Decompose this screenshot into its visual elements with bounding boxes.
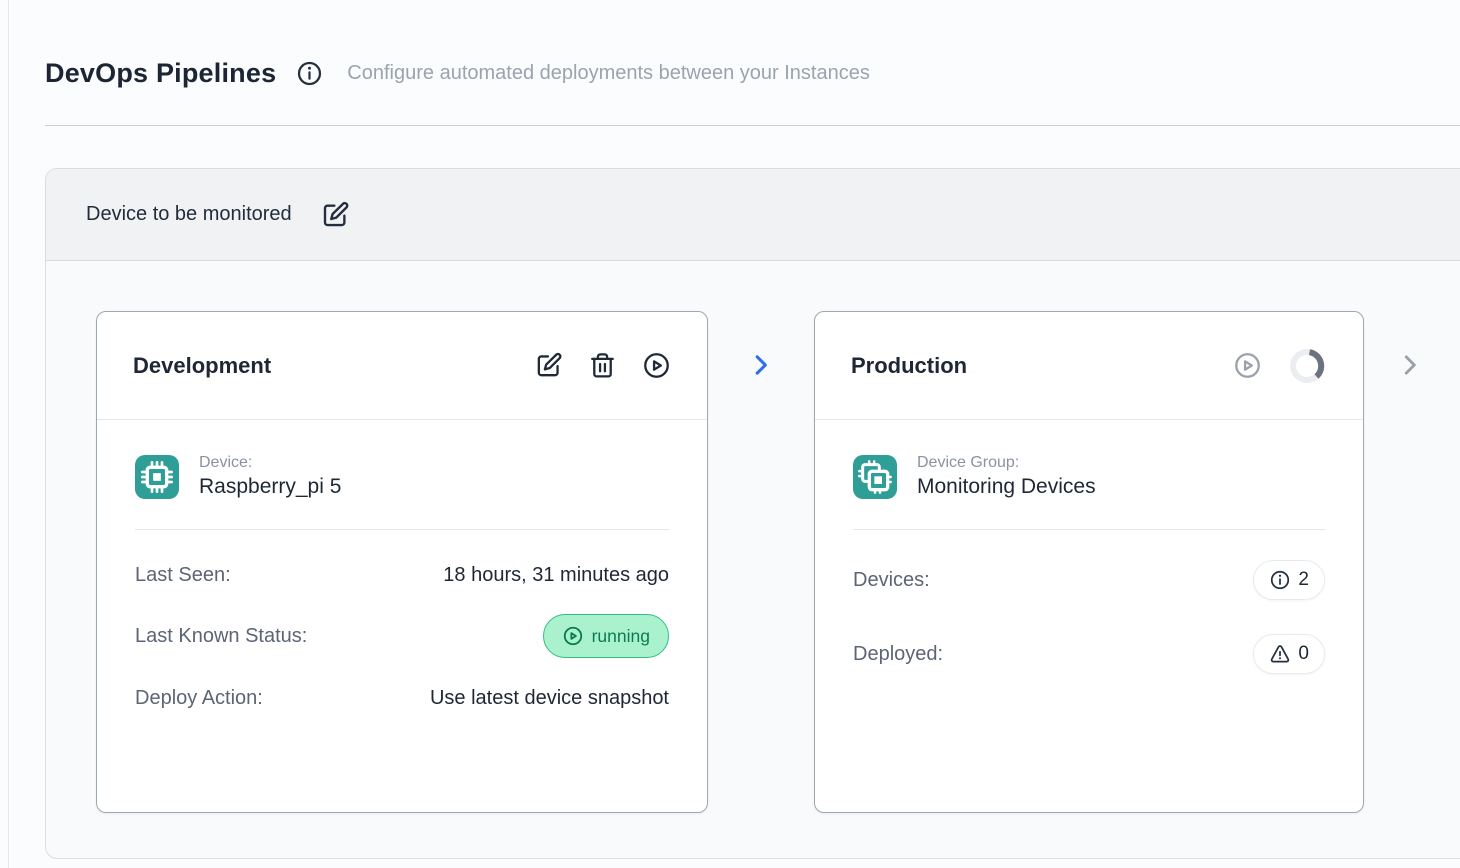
chevron-right-icon (748, 352, 774, 378)
deployed-label: Deployed: (853, 643, 943, 666)
edit-icon[interactable] (534, 351, 563, 380)
device-group-name: Monitoring Devices (917, 475, 1096, 499)
devices-count-pill[interactable]: 2 (1253, 560, 1325, 600)
chip-icon (135, 455, 179, 499)
pipeline-panel-header: Device to be monitored (46, 169, 1460, 261)
production-card-actions (1233, 346, 1327, 386)
development-card-title: Development (133, 353, 534, 379)
last-seen-row: Last Seen: 18 hours, 31 minutes ago (135, 564, 669, 587)
run-pipeline-icon[interactable] (642, 351, 671, 380)
next-stage-chevron[interactable] (1364, 311, 1456, 419)
info-circle-icon (1269, 569, 1291, 591)
chip-group-icon (853, 455, 897, 499)
delete-icon[interactable] (588, 351, 617, 380)
status-badge-label: running (592, 626, 650, 647)
development-card: Development (96, 311, 708, 813)
device-name: Raspberry_pi 5 (199, 475, 341, 499)
pipeline-panel: Device to be monitored Development (45, 168, 1460, 859)
device-info: Device: Raspberry_pi 5 (199, 454, 341, 499)
card-divider (135, 529, 669, 530)
device-group-info: Device Group: Monitoring Devices (917, 454, 1096, 499)
page-subtitle: Configure automated deployments between … (347, 62, 870, 85)
deployed-row: Deployed: 0 (853, 634, 1325, 674)
device-group-label: Device Group: (917, 454, 1096, 472)
production-card: Production (814, 311, 1364, 813)
last-known-status-row: Last Known Status: running (135, 614, 669, 658)
status-badge: running (543, 614, 669, 658)
production-card-title: Production (851, 353, 1233, 379)
run-pipeline-icon[interactable] (1233, 351, 1262, 380)
header-divider (45, 125, 1460, 126)
production-card-header: Production (815, 312, 1363, 420)
edit-icon[interactable] (320, 200, 350, 230)
last-seen-label: Last Seen: (135, 564, 231, 587)
device-label: Device: (199, 454, 341, 472)
play-circle-icon (562, 625, 584, 647)
page-title: DevOps Pipelines (45, 58, 276, 89)
last-seen-value: 18 hours, 31 minutes ago (443, 564, 669, 587)
devices-row: Devices: 2 (853, 560, 1325, 600)
development-card-header: Development (97, 312, 707, 420)
deploy-action-value: Use latest device snapshot (430, 687, 669, 710)
card-divider (853, 529, 1325, 530)
info-icon[interactable] (296, 60, 323, 87)
chevron-right-icon (1397, 352, 1423, 378)
warning-triangle-icon (1269, 643, 1291, 665)
development-card-body: Device: Raspberry_pi 5 Last Seen: 18 hou… (97, 420, 707, 710)
development-card-actions (534, 351, 671, 380)
panel-title: Device to be monitored (86, 203, 292, 226)
device-group-row: Device Group: Monitoring Devices (853, 454, 1325, 499)
production-card-body: Device Group: Monitoring Devices Devices… (815, 420, 1363, 674)
devices-count: 2 (1298, 569, 1309, 591)
deploy-action-row: Deploy Action: Use latest device snapsho… (135, 687, 669, 710)
pipeline-panel-body: Development (46, 261, 1460, 813)
page-left-border (8, 0, 9, 868)
devices-label: Devices: (853, 569, 930, 592)
last-known-status-label: Last Known Status: (135, 625, 307, 648)
device-row: Device: Raspberry_pi 5 (135, 454, 669, 499)
pipeline-flow-arrow (708, 311, 814, 419)
deployed-count-pill[interactable]: 0 (1253, 634, 1325, 674)
deployed-count: 0 (1298, 643, 1309, 665)
page-header: DevOps Pipelines Configure automated dep… (45, 58, 870, 89)
loading-spinner-icon (1287, 346, 1327, 386)
deploy-action-label: Deploy Action: (135, 687, 263, 710)
